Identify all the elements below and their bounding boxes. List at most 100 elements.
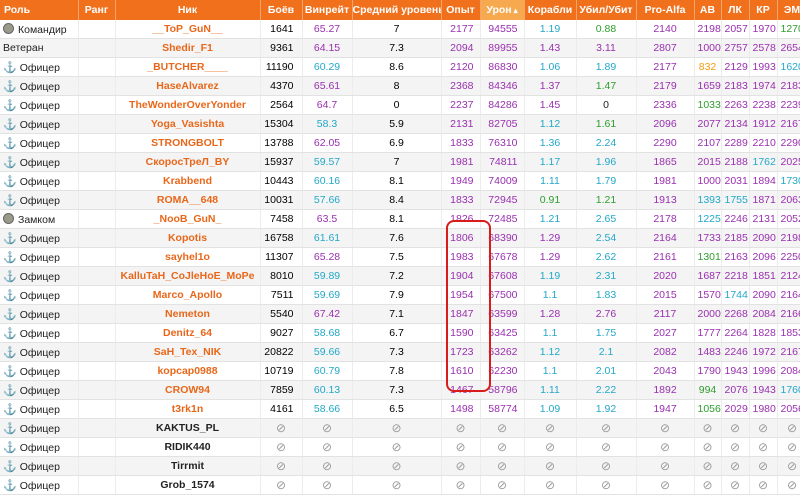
role-label: Командир	[18, 23, 67, 36]
nick-cell[interactable]: Shedir_F1	[115, 38, 261, 58]
column-header-kd[interactable]: Убил/Убит	[576, 0, 637, 20]
nick-cell[interactable]: Marco_Apollo	[115, 285, 261, 305]
nick-cell[interactable]: Tirrmit	[115, 456, 261, 476]
kr-cell: 2578	[749, 38, 778, 58]
role-cell: ⚓ Офицер	[0, 95, 79, 115]
nick-cell[interactable]: t3rk1n	[115, 399, 261, 419]
column-header-winrate[interactable]: Винрейт	[302, 0, 353, 20]
table-row: ⚓ Офицер STRONGBOLT 13788 62.05 6.9 1833 76310 1…	[0, 133, 800, 153]
battles-cell: 10031	[260, 190, 303, 210]
kd-cell: 2.65	[576, 209, 637, 229]
exp-cell: 1498	[441, 399, 481, 419]
nick-cell[interactable]: Yoga_Vasishta	[115, 114, 261, 134]
nick-cell[interactable]: _NooB_GuN_	[115, 209, 261, 229]
role-label: Офицер	[19, 422, 60, 435]
kr-cell: 2131	[749, 209, 778, 229]
nick-cell[interactable]: KalluTaH_CoJleHoE_MoPe	[115, 266, 261, 286]
kr-cell: 1851	[749, 266, 778, 286]
ships-cell: 1.1	[524, 323, 577, 343]
kd-cell: 2.1	[576, 342, 637, 362]
role-label: Офицер	[19, 99, 60, 112]
kr-cell: 1970	[749, 20, 778, 39]
nick-cell[interactable]: RIDIK440	[115, 437, 261, 457]
ships-cell: 1.37	[524, 76, 577, 96]
role-cell: ⚓ Офицер	[0, 304, 79, 324]
nick-cell[interactable]: kopcap0988	[115, 361, 261, 381]
column-header-kr[interactable]: КР	[749, 0, 778, 20]
lk-cell: 2757	[721, 38, 750, 58]
nick-cell[interactable]: Grob_1574	[115, 475, 261, 495]
avg-level-cell: 7.6	[352, 228, 442, 248]
column-header-dmg[interactable]: Урон ▴	[480, 0, 525, 20]
em-cell: 1730	[777, 171, 800, 191]
winrate-cell: 58.3	[302, 114, 353, 134]
column-header-battles[interactable]: Боёв	[260, 0, 303, 20]
hidden-stat-icon: ⊘	[441, 456, 481, 476]
anchor-icon: ⚓	[3, 232, 17, 245]
column-header-role[interactable]: Роль	[0, 0, 79, 20]
nick-cell[interactable]: sayhel1o	[115, 247, 261, 267]
lk-cell: 2183	[721, 76, 750, 96]
battles-cell: 4161	[260, 399, 303, 419]
nick-cell[interactable]: ROMA__648	[115, 190, 261, 210]
avg-level-cell: 5.9	[352, 114, 442, 134]
kr-cell: 2238	[749, 95, 778, 115]
nick-cell[interactable]: __ToP_GuN__	[115, 20, 261, 39]
em-cell: 1853	[777, 323, 800, 343]
column-header-em[interactable]: ЭМ	[777, 0, 800, 20]
column-header-pro[interactable]: Pro-Alfa	[636, 0, 695, 20]
table-row: ⚓ Офицер TheWonderOverYonder 2564 64.7 0 2237 8…	[0, 95, 800, 115]
column-header-label: ЭМ	[783, 4, 800, 16]
kd-cell: 1.92	[576, 399, 637, 419]
hidden-stat-icon: ⊘	[524, 456, 577, 476]
kd-cell: 0.88	[576, 20, 637, 39]
nick-cell[interactable]: STRONGBOLT	[115, 133, 261, 153]
column-header-lk[interactable]: ЛК	[721, 0, 750, 20]
column-header-ships[interactable]: Корабли	[524, 0, 577, 20]
nick-cell[interactable]: _BUTCHER____	[115, 57, 261, 77]
nick-cell[interactable]: CROW94	[115, 380, 261, 400]
pro-alfa-cell: 2178	[636, 209, 695, 229]
ships-cell: 0.91	[524, 190, 577, 210]
role-label: Офицер	[19, 308, 60, 321]
column-header-ab[interactable]: АВ	[694, 0, 722, 20]
ab-cell: 1790	[694, 361, 722, 381]
nick-cell[interactable]: SaH_Tex_NIK	[115, 342, 261, 362]
ships-cell: 1.06	[524, 57, 577, 77]
nick-cell[interactable]: СкоросТреЛ_BY	[115, 152, 261, 172]
rank-cell	[78, 475, 116, 495]
ships-cell: 1.17	[524, 152, 577, 172]
column-header-rank[interactable]: Ранг	[78, 0, 116, 20]
column-header-exp[interactable]: Опыт	[441, 0, 481, 20]
nick-cell[interactable]: HaseAlvarez	[115, 76, 261, 96]
nick-cell[interactable]: KAKTUS_PL	[115, 418, 261, 438]
avg-level-cell: 8.1	[352, 209, 442, 229]
nick-cell[interactable]: Nemeton	[115, 304, 261, 324]
lk-cell: 2246	[721, 342, 750, 362]
kd-cell: 2.31	[576, 266, 637, 286]
damage-cell: 72945	[480, 190, 525, 210]
kr-cell: 2090	[749, 228, 778, 248]
nick-cell[interactable]: TheWonderOverYonder	[115, 95, 261, 115]
ships-cell: 1.43	[524, 38, 577, 58]
ab-cell: 2015	[694, 152, 722, 172]
rank-cell	[78, 57, 116, 77]
lk-cell: 2031	[721, 171, 750, 191]
role-cell: ⚓ Офицер	[0, 285, 79, 305]
role-label: Офицер	[19, 460, 60, 473]
winrate-cell: 62.05	[302, 133, 353, 153]
nick-cell[interactable]: Krabbend	[115, 171, 261, 191]
winrate-cell: 59.57	[302, 152, 353, 172]
avg-level-cell: 7.2	[352, 266, 442, 286]
ships-cell: 1.21	[524, 209, 577, 229]
lk-cell: 1755	[721, 190, 750, 210]
column-header-nick[interactable]: Ник	[115, 0, 261, 20]
hidden-stat-icon: ⊘	[576, 418, 637, 438]
rank-cell	[78, 133, 116, 153]
nick-cell[interactable]: Denitz_64	[115, 323, 261, 343]
anchor-icon: ⚓	[3, 175, 17, 188]
nick-cell[interactable]: Kopotis	[115, 228, 261, 248]
damage-cell: 67678	[480, 247, 525, 267]
rank-cell	[78, 114, 116, 134]
column-header-avglvl[interactable]: Средний уровень	[352, 0, 442, 20]
